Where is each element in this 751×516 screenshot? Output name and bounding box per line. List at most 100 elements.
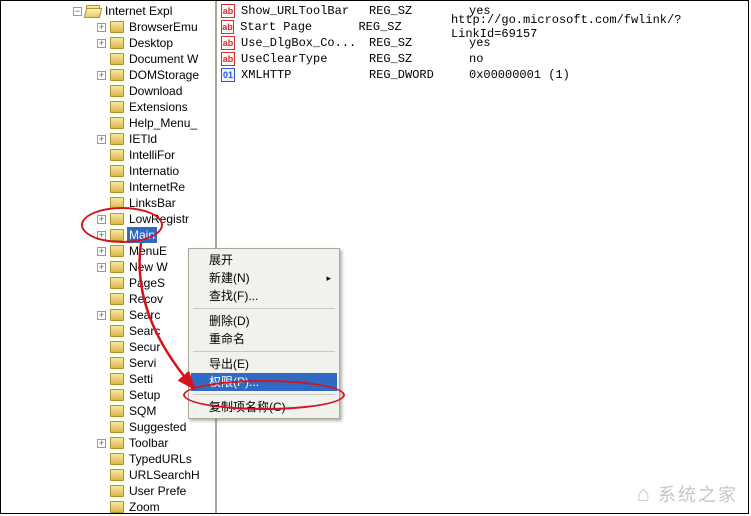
tree-node-label: SQM xyxy=(127,403,158,419)
tree-node-user prefe[interactable]: User Prefe xyxy=(1,483,215,499)
no-expand xyxy=(97,375,106,384)
tree-node-label: Searc xyxy=(127,307,162,323)
tree-node-download[interactable]: Download xyxy=(1,83,215,99)
no-expand xyxy=(97,343,106,352)
tree-node-recov[interactable]: Recov xyxy=(1,291,215,307)
tree-node-menue[interactable]: + MenuE xyxy=(1,243,215,259)
tree-node-searc[interactable]: Searc xyxy=(1,323,215,339)
tree-node-internatio[interactable]: Internatio xyxy=(1,163,215,179)
expand-icon[interactable]: + xyxy=(97,71,106,80)
tree-node-label: Desktop xyxy=(127,35,175,51)
tree-node-toolbar[interactable]: + Toolbar xyxy=(1,435,215,451)
no-expand xyxy=(97,471,106,480)
value-name: XMLHTTP xyxy=(241,68,369,82)
menu-item-复制项名称C[interactable]: 复制项名称(C) xyxy=(191,398,337,416)
no-expand xyxy=(97,487,106,496)
string-icon: ab xyxy=(221,20,234,34)
folder-icon xyxy=(110,437,124,449)
folder-icon xyxy=(110,405,124,417)
expand-icon[interactable]: + xyxy=(97,39,106,48)
no-expand xyxy=(97,359,106,368)
tree-node-main[interactable]: + Main xyxy=(1,227,215,243)
no-expand xyxy=(97,103,106,112)
tree-node-secur[interactable]: Secur xyxy=(1,339,215,355)
folder-icon xyxy=(110,101,124,113)
tree-node-label: URLSearchH xyxy=(127,467,202,483)
folder-icon xyxy=(110,309,124,321)
no-expand xyxy=(97,151,106,160)
menu-item-删除D[interactable]: 删除(D) xyxy=(191,312,337,330)
folder-icon xyxy=(110,69,124,81)
tree-node-new w[interactable]: + New W xyxy=(1,259,215,275)
registry-tree-pane[interactable]: − Internet Expl + BrowserEmu + Desktop D… xyxy=(1,1,217,513)
tree-node-extensions[interactable]: Extensions xyxy=(1,99,215,115)
folder-icon xyxy=(110,469,124,481)
value-row[interactable]: ab UseClearType REG_SZ no xyxy=(221,51,744,67)
menu-item-重命名[interactable]: 重命名 xyxy=(191,330,337,348)
expand-icon[interactable]: + xyxy=(97,231,106,240)
tree-node-label: Internatio xyxy=(127,163,181,179)
tree-node-label: Document W xyxy=(127,51,200,67)
collapse-icon[interactable]: − xyxy=(73,7,82,16)
folder-icon xyxy=(110,197,124,209)
tree-node-label: Main xyxy=(127,227,157,243)
no-expand xyxy=(97,87,106,96)
value-type: REG_SZ xyxy=(369,52,469,66)
no-expand xyxy=(97,327,106,336)
expand-icon[interactable]: + xyxy=(97,215,106,224)
tree-node-domstorage[interactable]: + DOMStorage xyxy=(1,67,215,83)
tree-node-desktop[interactable]: + Desktop xyxy=(1,35,215,51)
tree-node-urlsearchh[interactable]: URLSearchH xyxy=(1,467,215,483)
value-row[interactable]: 01 XMLHTTP REG_DWORD 0x00000001 (1) xyxy=(221,67,744,83)
no-expand xyxy=(97,167,106,176)
tree-node-label: MenuE xyxy=(127,243,169,259)
expand-icon[interactable]: + xyxy=(97,263,106,272)
string-icon: ab xyxy=(221,52,235,66)
string-icon: ab xyxy=(221,4,235,18)
menu-separator xyxy=(193,394,335,395)
expand-icon[interactable]: + xyxy=(97,439,106,448)
tree-node-searc[interactable]: + Searc xyxy=(1,307,215,323)
context-menu[interactable]: 展开新建(N)查找(F)... 删除(D)重命名导出(E)权限(P)... 复制项名… xyxy=(188,248,340,419)
no-expand xyxy=(97,183,106,192)
tree-node-setup[interactable]: Setup xyxy=(1,387,215,403)
folder-icon xyxy=(110,325,124,337)
menu-item-权限P[interactable]: 权限(P)... xyxy=(191,373,337,391)
tree-node-document w[interactable]: Document W xyxy=(1,51,215,67)
house-icon: ⌂ xyxy=(637,481,652,507)
tree-node-lowregistr[interactable]: + LowRegistr xyxy=(1,211,215,227)
menu-item-查找F[interactable]: 查找(F)... xyxy=(191,287,337,305)
no-expand xyxy=(97,503,106,512)
tree-node-intellifor[interactable]: IntelliFor xyxy=(1,147,215,163)
tree-node-setti[interactable]: Setti xyxy=(1,371,215,387)
folder-icon xyxy=(110,341,124,353)
tree-node-label: Searc xyxy=(127,323,162,339)
value-row[interactable]: ab Start Page REG_SZ http://go.microsoft… xyxy=(221,19,744,35)
folder-icon xyxy=(110,501,124,513)
menu-item-导出E[interactable]: 导出(E) xyxy=(191,355,337,373)
expand-icon[interactable]: + xyxy=(97,311,106,320)
tree-node-ietld[interactable]: + IETld xyxy=(1,131,215,147)
menu-item-展开[interactable]: 展开 xyxy=(191,251,337,269)
tree-node-label: Zoom xyxy=(127,499,162,513)
folder-icon xyxy=(110,277,124,289)
no-expand xyxy=(97,199,106,208)
expand-icon[interactable]: + xyxy=(97,135,106,144)
expand-icon[interactable]: + xyxy=(97,247,106,256)
tree-node-zoom[interactable]: Zoom xyxy=(1,499,215,513)
tree-node-label: PageS xyxy=(127,275,167,291)
folder-icon xyxy=(110,421,124,433)
tree-node-servi[interactable]: Servi xyxy=(1,355,215,371)
tree-node-typedurls[interactable]: TypedURLs xyxy=(1,451,215,467)
tree-node-sqm[interactable]: SQM xyxy=(1,403,215,419)
value-name: UseClearType xyxy=(241,52,369,66)
tree-root[interactable]: − Internet Expl xyxy=(1,3,215,19)
tree-node-browseremu[interactable]: + BrowserEmu xyxy=(1,19,215,35)
tree-node-help_menu_[interactable]: Help_Menu_ xyxy=(1,115,215,131)
tree-node-pages[interactable]: PageS xyxy=(1,275,215,291)
tree-node-internetre[interactable]: InternetRe xyxy=(1,179,215,195)
tree-node-suggested[interactable]: Suggested xyxy=(1,419,215,435)
menu-item-新建N[interactable]: 新建(N) xyxy=(191,269,337,287)
tree-node-linksbar[interactable]: LinksBar xyxy=(1,195,215,211)
expand-icon[interactable]: + xyxy=(97,23,106,32)
